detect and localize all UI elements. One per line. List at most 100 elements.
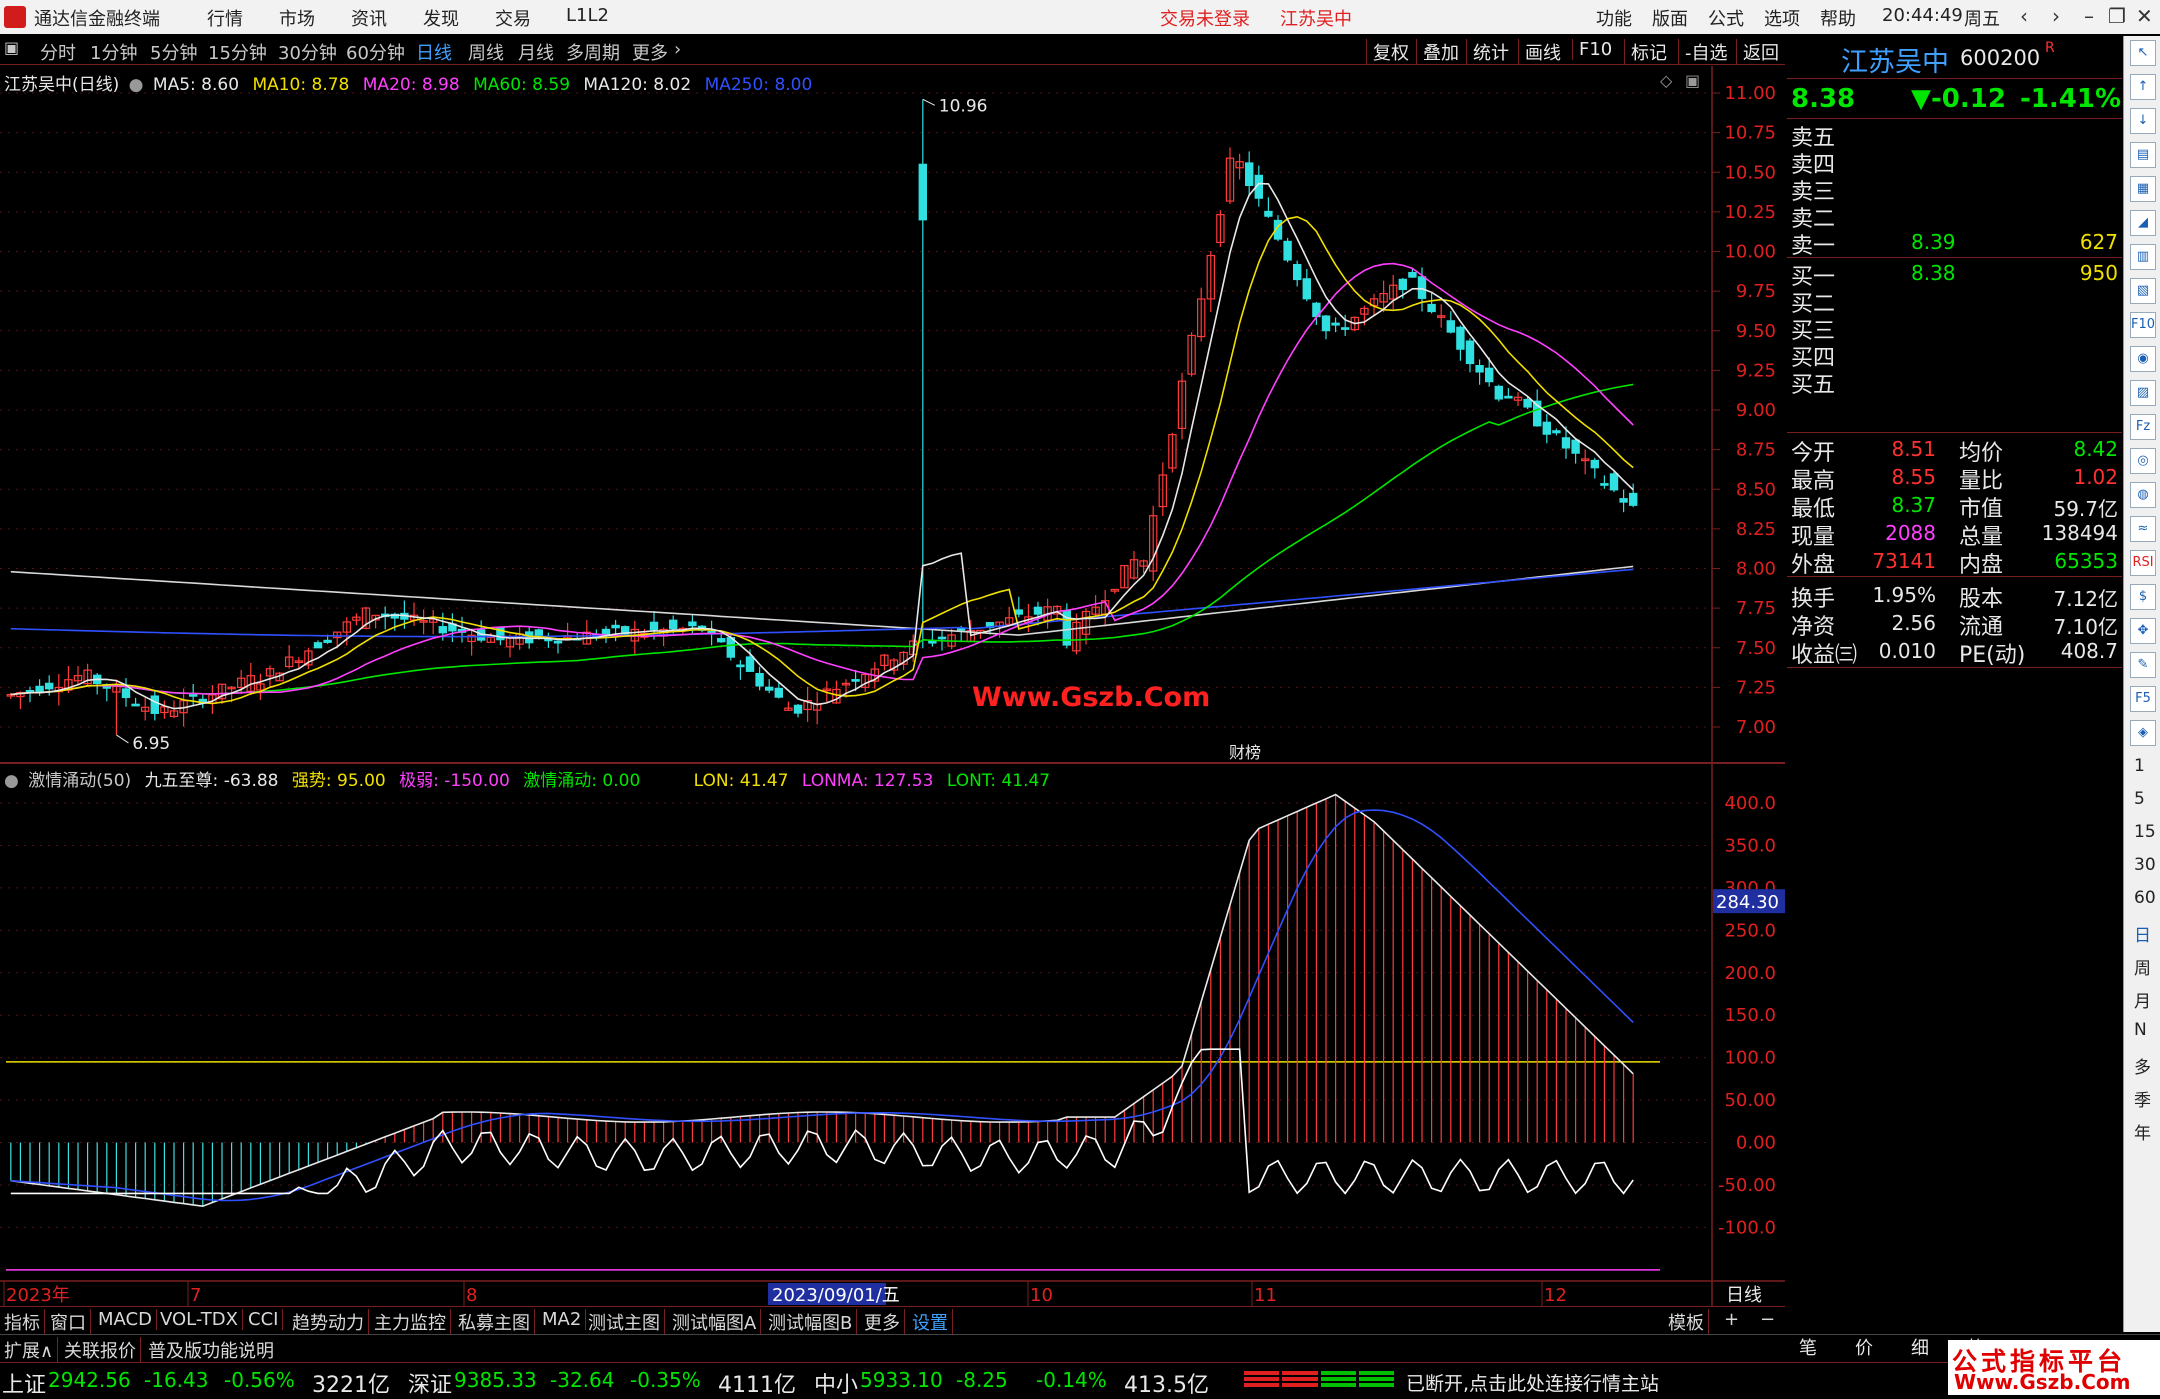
- period-shortcut-0[interactable]: 1: [2134, 756, 2145, 776]
- globe-icon[interactable]: ◎: [2130, 448, 2156, 474]
- close-icon[interactable]: ✕: [2136, 4, 2153, 28]
- menu-xuanxiang[interactable]: 选项: [1764, 5, 1800, 31]
- menu-bangzhu[interactable]: 帮助: [1820, 5, 1856, 31]
- menu-gongshi[interactable]: 公式: [1708, 5, 1744, 31]
- period-shortcut-2[interactable]: 15: [2134, 822, 2156, 842]
- move-icon[interactable]: ✥: [2130, 618, 2156, 644]
- btn-biaoji[interactable]: 标记: [1624, 39, 1673, 65]
- rsi-icon[interactable]: RSI: [2130, 550, 2156, 576]
- menu-faxian[interactable]: 发现: [423, 5, 459, 31]
- back-icon[interactable]: ‹: [2020, 4, 2028, 28]
- index-name[interactable]: 中小: [814, 1367, 858, 1399]
- chevron-right-icon[interactable]: ›: [674, 39, 681, 60]
- tab-more[interactable]: 更多: [632, 39, 668, 65]
- menu-banmian[interactable]: 版面: [1652, 5, 1688, 31]
- period-shortcut-1[interactable]: 5: [2134, 789, 2145, 809]
- tab-60min[interactable]: 60分钟: [346, 39, 405, 65]
- tab-monthly[interactable]: 月线: [518, 39, 554, 65]
- menu-hangqing[interactable]: 行情: [207, 5, 243, 31]
- tab-30min[interactable]: 30分钟: [278, 39, 337, 65]
- edition-info-link[interactable]: 普及版功能说明: [144, 1337, 278, 1363]
- tab-simu-zhutu[interactable]: 私募主图: [454, 1309, 535, 1335]
- remove-icon[interactable]: −: [1756, 1309, 1779, 1330]
- wave-icon[interactable]: ≈: [2130, 516, 2156, 542]
- dollar-icon[interactable]: $: [2130, 584, 2156, 610]
- diamond-icon[interactable]: ◇: [1660, 71, 1673, 90]
- menu-l1l2[interactable]: L1L2: [566, 5, 609, 26]
- f5-icon[interactable]: F5: [2130, 686, 2156, 712]
- tab-shezhi[interactable]: 设置: [908, 1309, 953, 1335]
- tab-qushi-dongli[interactable]: 趋势动力: [288, 1309, 369, 1335]
- tab-zhibiao[interactable]: 指标: [0, 1309, 45, 1335]
- chart-area[interactable]: 11.00 10.75 10.50 10.25 10.00 9.75 9.50 9.25 9.0…: [0, 66, 1785, 1306]
- indicator-dot-icon[interactable]: ●: [4, 771, 19, 791]
- grid-icon[interactable]: ▤: [2130, 142, 2156, 168]
- f10-icon[interactable]: F10: [2130, 312, 2156, 338]
- period-shortcut-5[interactable]: 日: [2134, 921, 2151, 946]
- down-arrow-icon[interactable]: ↓: [2130, 108, 2156, 134]
- template-button[interactable]: 模板: [1664, 1309, 1709, 1335]
- table-icon[interactable]: ▦: [2130, 176, 2156, 202]
- period-shortcut-8[interactable]: N: [2134, 1020, 2147, 1040]
- window-icon[interactable]: ▣: [1685, 71, 1700, 90]
- period-shortcut-4[interactable]: 60: [2134, 888, 2156, 908]
- compass-icon[interactable]: ◍: [2130, 482, 2156, 508]
- btn-diejia[interactable]: 叠加: [1416, 39, 1465, 65]
- tab-5min[interactable]: 5分钟: [150, 39, 197, 65]
- panel-toggle-icon[interactable]: ▣: [4, 38, 19, 57]
- menu-shichang[interactable]: 市场: [279, 5, 315, 31]
- tab-zhuli-jiankong[interactable]: 主力监控: [370, 1309, 451, 1335]
- index-name[interactable]: 深证: [408, 1367, 452, 1399]
- tab-daily[interactable]: 日线: [416, 39, 452, 65]
- candlesticks[interactable]: [6, 99, 1638, 735]
- tab-ceshi-futu-b[interactable]: 测试幅图B: [764, 1309, 858, 1335]
- related-quotes-button[interactable]: 关联报价: [60, 1337, 141, 1363]
- tab-weekly[interactable]: 周线: [468, 39, 504, 65]
- event-marker-label[interactable]: 财榜: [1229, 743, 1261, 762]
- trend-icon[interactable]: ◢: [2130, 210, 2156, 236]
- tab-vol-tdx[interactable]: VOL-TDX: [156, 1309, 243, 1330]
- tab-jia[interactable]: 价: [1855, 1334, 1873, 1360]
- connection-status[interactable]: 已断开,点击此处连接行情主站: [1406, 1369, 1659, 1396]
- btn-zixuan[interactable]: -自选: [1678, 39, 1734, 65]
- tab-ceshi-futu-a[interactable]: 测试幅图A: [668, 1309, 762, 1335]
- up-arrow-icon[interactable]: ↑: [2130, 74, 2156, 100]
- tab-fenshi[interactable]: 分时: [40, 39, 76, 65]
- menu-gongneng[interactable]: 功能: [1596, 5, 1632, 31]
- btn-tongji[interactable]: 统计: [1466, 39, 1515, 65]
- period-shortcut-9[interactable]: 多: [2134, 1053, 2151, 1078]
- tab-cci[interactable]: CCI: [244, 1309, 284, 1330]
- tab-macd[interactable]: MACD: [94, 1309, 157, 1330]
- calendar-icon[interactable]: ▨: [2130, 380, 2156, 406]
- restore-icon[interactable]: ❐: [2108, 4, 2126, 28]
- menu-jiaoyi[interactable]: 交易: [495, 5, 531, 31]
- period-shortcut-10[interactable]: 季: [2134, 1086, 2151, 1111]
- list-icon[interactable]: ▥: [2130, 244, 2156, 270]
- forward-icon[interactable]: ›: [2052, 4, 2060, 28]
- tab-gengduo[interactable]: 更多: [860, 1309, 905, 1335]
- period-shortcut-7[interactable]: 月: [2134, 987, 2151, 1012]
- period-shortcut-11[interactable]: 年: [2134, 1119, 2151, 1144]
- tab-multi-period[interactable]: 多周期: [566, 39, 620, 65]
- tab-chuangkou[interactable]: 窗口: [46, 1309, 91, 1335]
- flower-icon[interactable]: ◉: [2130, 346, 2156, 372]
- tab-15min[interactable]: 15分钟: [208, 39, 267, 65]
- menu-zixun[interactable]: 资讯: [351, 5, 387, 31]
- index-name[interactable]: 上证: [2, 1367, 46, 1399]
- add-icon[interactable]: +: [1720, 1309, 1743, 1330]
- btn-huaxian[interactable]: 画线: [1518, 39, 1567, 65]
- tab-ma2[interactable]: MA2: [538, 1309, 587, 1330]
- fz-icon[interactable]: Fz: [2130, 414, 2156, 440]
- tab-xi[interactable]: 细: [1911, 1334, 1929, 1360]
- btn-fuquan[interactable]: 复权: [1366, 39, 1415, 65]
- expand-button[interactable]: 扩展∧: [0, 1337, 59, 1363]
- btn-f10[interactable]: F10: [1572, 39, 1618, 60]
- tab-1min[interactable]: 1分钟: [90, 39, 137, 65]
- legend-dot-icon[interactable]: ●: [129, 75, 144, 95]
- pin-icon[interactable]: ↖: [2130, 40, 2156, 66]
- tab-bi[interactable]: 笔: [1799, 1334, 1817, 1360]
- layout-icon[interactable]: ▧: [2130, 278, 2156, 304]
- btn-fanhui[interactable]: 返回: [1736, 39, 1785, 65]
- pen-icon[interactable]: ✎: [2130, 652, 2156, 678]
- layers-icon[interactable]: ◈: [2130, 720, 2156, 746]
